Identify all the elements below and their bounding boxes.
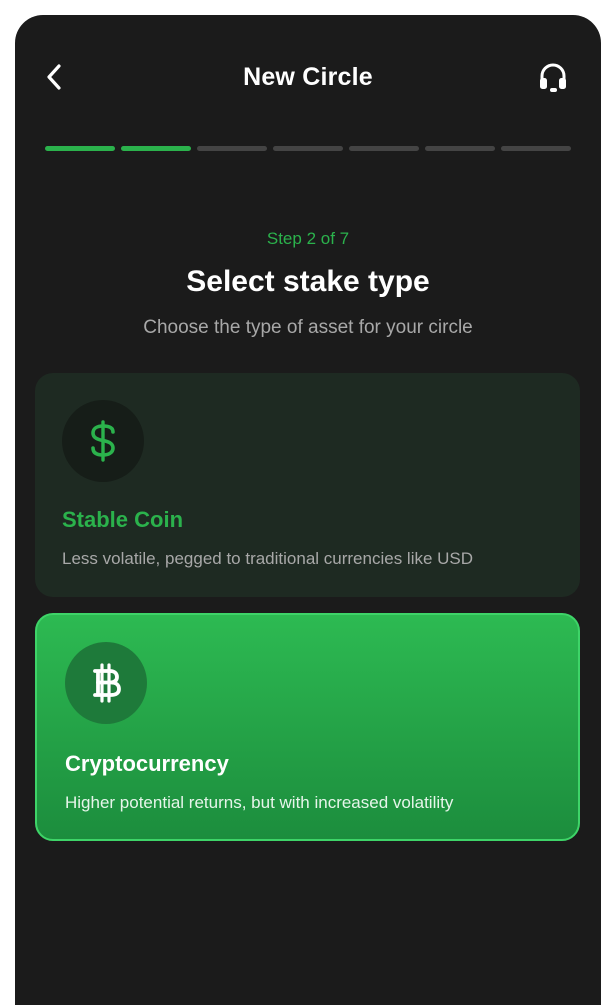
section-subheading: Choose the type of asset for your circle: [143, 317, 473, 338]
option-description: Higher potential returns, but with incre…: [65, 793, 454, 812]
page-title: New Circle: [243, 63, 373, 91]
step-indicator: Step 2 of 7: [266, 229, 350, 248]
option-description: Less volatile, pegged to traditional cur…: [62, 549, 474, 568]
progress-segment: [121, 146, 191, 151]
progress-segment: [273, 146, 343, 151]
section-heading: Select stake type: [186, 265, 430, 298]
progress-segment: [197, 146, 267, 151]
step-progress-bar: [45, 146, 571, 151]
app-screen: New Circle Step 2 of 7 Select stake type…: [15, 15, 601, 1005]
progress-segment: [425, 146, 495, 151]
header: New Circle: [15, 15, 601, 135]
progress-segment: [349, 146, 419, 151]
option-title: Cryptocurrency: [65, 751, 229, 776]
icon-badge: [65, 642, 147, 724]
headset-icon: [540, 63, 566, 92]
dollar-icon: [91, 420, 115, 462]
option-card-stable-coin[interactable]: Stable Coin Less volatile, pegged to tra…: [35, 373, 580, 597]
icon-badge: [62, 400, 144, 482]
option-title: Stable Coin: [62, 507, 184, 532]
support-button[interactable]: [535, 59, 571, 95]
progress-segment: [501, 146, 571, 151]
bitcoin-icon: [93, 663, 121, 703]
option-card-cryptocurrency[interactable]: Cryptocurrency Higher potential returns,…: [35, 613, 580, 841]
progress-segment: [45, 146, 115, 151]
